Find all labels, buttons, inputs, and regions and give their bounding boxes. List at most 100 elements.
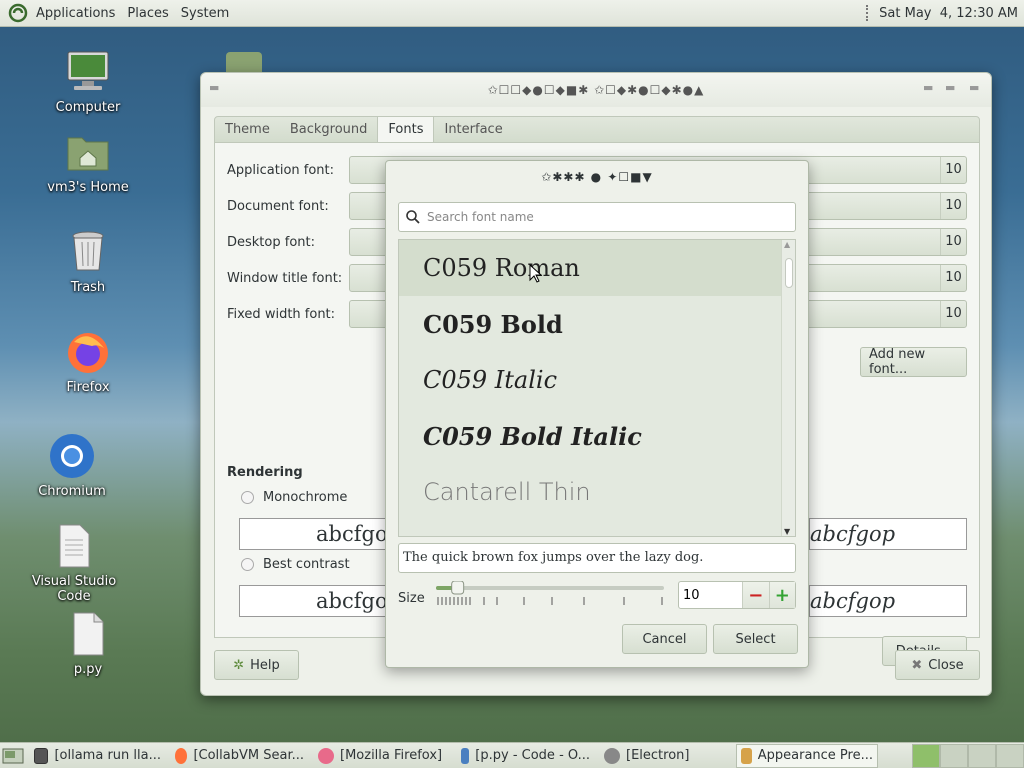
font-list-item[interactable]: Cantarell Thin	[399, 464, 795, 520]
help-icon: ✲	[233, 657, 245, 673]
task-collabvm[interactable]: [CollabVM Sear...	[171, 744, 308, 768]
workspace-2[interactable]	[940, 743, 968, 768]
desktop-icon-chromium[interactable]: Chromium	[17, 432, 127, 499]
best-contrast-radio[interactable]	[241, 558, 254, 571]
monochrome-radio[interactable]	[241, 491, 254, 504]
dialog-title[interactable]: ✩✱✱✱ ● ✦☐■▼	[386, 161, 808, 193]
scroll-thumb[interactable]	[785, 258, 793, 288]
firefox-icon	[318, 747, 334, 764]
workspace-3[interactable]	[968, 743, 996, 768]
file-icon	[73, 612, 104, 656]
window-titlebar[interactable]: ✩☐☐◆●☐◆■✱ ✩☐◆✱●☐◆✱●▲	[201, 73, 991, 107]
chromium-icon	[50, 434, 94, 478]
font-row-label: Desktop font:	[227, 234, 315, 250]
task-label: [CollabVM Sear...	[193, 748, 304, 763]
tab-interface[interactable]: Interface	[434, 117, 512, 142]
minimize-icon[interactable]: ▬	[923, 81, 937, 94]
desktop-icon-label: Visual Studio Code	[31, 574, 117, 604]
size-input[interactable]	[679, 582, 742, 608]
desktop-icon-computer[interactable]: Computer	[33, 48, 143, 115]
desktop-icon-label: Firefox	[66, 380, 110, 395]
desktop-icon-vscode[interactable]: Visual Studio Code	[19, 522, 129, 604]
monochrome-label: Monochrome	[263, 490, 348, 505]
desktop-icon-label: Chromium	[38, 484, 106, 499]
trash-icon	[72, 231, 104, 271]
clock-area: Sat May 4, 12:30 AM	[866, 5, 1024, 21]
font-search-box[interactable]	[398, 202, 796, 232]
workspace-4[interactable]	[996, 743, 1024, 768]
hidden-desktop-icon	[226, 52, 262, 74]
help-label: Help	[250, 657, 280, 673]
applications-menu[interactable]: Applications	[30, 6, 121, 21]
font-preview-entry[interactable]: The quick brown fox jumps over the lazy …	[398, 543, 796, 573]
workspace-1[interactable]	[912, 743, 940, 768]
desktop-icon-label: p.py	[73, 662, 103, 677]
window-title: ✩☐☐◆●☐◆■✱ ✩☐◆✱●☐◆✱●▲	[487, 83, 705, 97]
clock[interactable]: Sat May 4, 12:30 AM	[879, 6, 1018, 21]
task-label: [ollama run lla...	[54, 748, 161, 763]
search-icon	[406, 210, 420, 224]
font-list-item[interactable]: C059 Bold Italic	[399, 408, 795, 464]
task-electron[interactable]: [Electron]	[600, 744, 730, 768]
select-button[interactable]: Select	[713, 624, 798, 654]
preview-sample: abcfgop	[810, 522, 896, 546]
panel-handle[interactable]	[866, 5, 869, 21]
scroll-down-icon[interactable]: ▼	[784, 527, 790, 536]
size-label: Size	[398, 591, 425, 606]
font-name: C059 Bold Italic	[423, 421, 642, 451]
rendering-heading: Rendering	[227, 465, 303, 480]
best-contrast-option[interactable]: Best contrast	[241, 557, 350, 572]
places-menu[interactable]: Places	[121, 6, 174, 21]
task-label: [Electron]	[626, 748, 690, 763]
home-folder-icon	[67, 137, 109, 171]
decrease-size-button[interactable]: −	[742, 582, 769, 608]
tab-fonts[interactable]: Fonts	[377, 117, 435, 142]
font-list[interactable]: C059 Roman C059 Bold C059 Italic C059 Bo…	[398, 239, 796, 537]
window-menu-icon[interactable]: ▬	[209, 81, 223, 94]
tab-background[interactable]: Background	[280, 117, 378, 142]
maximize-icon[interactable]: ▬	[945, 81, 959, 94]
font-row-label: Window title font:	[227, 270, 343, 286]
size-spinbutton[interactable]: − +	[678, 581, 796, 609]
monochrome-preview-left: abcfgop	[239, 518, 401, 550]
appearance-icon	[741, 747, 752, 764]
font-list-item[interactable]: C059 Italic	[399, 352, 795, 408]
task-code[interactable]: [p.py - Code - O...	[457, 744, 594, 768]
font-name: Cantarell Thin	[423, 478, 591, 506]
increase-size-button[interactable]: +	[768, 582, 795, 608]
close-window-icon[interactable]: ▬	[969, 81, 983, 94]
add-new-font-button[interactable]: Add new font...	[860, 347, 967, 377]
close-label: Close	[928, 657, 964, 673]
font-size-value: 10	[940, 193, 966, 219]
font-row-label: Application font:	[227, 162, 335, 178]
tab-theme[interactable]: Theme	[215, 117, 280, 142]
desktop-icon-firefox[interactable]: Firefox	[33, 328, 143, 395]
help-button[interactable]: ✲ Help	[214, 650, 299, 680]
font-search-input[interactable]	[427, 210, 787, 224]
task-ollama[interactable]: [ollama run lla...	[30, 744, 165, 768]
best-contrast-preview-right: abcfgop	[809, 585, 967, 617]
task-appearance[interactable]: Appearance Pre...	[736, 743, 878, 768]
font-row-label: Fixed width font:	[227, 306, 336, 322]
best-contrast-preview-left: abcfgop	[239, 585, 401, 617]
document-icon	[59, 524, 90, 568]
font-list-scrollbar[interactable]: ▲ ▼	[781, 240, 795, 536]
task-label: [Mozilla Firefox]	[340, 748, 443, 763]
desktop-icon-label: Trash	[70, 280, 106, 295]
desktop-icon-trash[interactable]: Trash	[33, 228, 143, 295]
monochrome-option[interactable]: Monochrome	[241, 490, 347, 505]
desktop-icon-p-py[interactable]: p.py	[33, 610, 143, 677]
show-desktop-icon[interactable]	[2, 747, 24, 765]
font-list-item[interactable]: C059 Roman	[399, 240, 795, 296]
scroll-up-icon[interactable]: ▲	[784, 240, 790, 249]
system-menu[interactable]: System	[175, 6, 235, 21]
cancel-button[interactable]: Cancel	[622, 624, 707, 654]
font-name: C059 Italic	[423, 366, 558, 394]
close-button[interactable]: ✖ Close	[895, 650, 980, 680]
task-firefox[interactable]: [Mozilla Firefox]	[314, 744, 451, 768]
size-slider-track[interactable]	[434, 580, 666, 611]
desktop-icon-home[interactable]: vm3's Home	[33, 128, 143, 195]
size-slider[interactable]	[434, 580, 666, 611]
mate-logo-icon[interactable]	[8, 3, 28, 23]
font-list-item[interactable]: C059 Bold	[399, 296, 795, 352]
